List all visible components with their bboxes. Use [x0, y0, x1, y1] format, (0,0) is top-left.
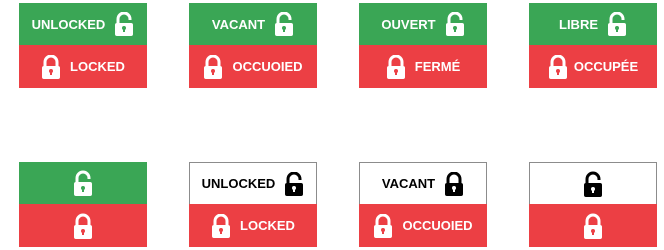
ferme-panel: FERMÉ	[359, 45, 487, 88]
unlocked-label: UNLOCKED	[31, 16, 106, 32]
unlocked-padlock-icon	[607, 12, 627, 36]
locked-padlock-icon	[203, 54, 223, 79]
vacant-label: VACANT	[211, 16, 266, 32]
sign-icons-only-color	[19, 162, 147, 247]
unlocked-padlock-icon	[445, 12, 465, 36]
libre-label: LIBRE	[559, 16, 598, 32]
locked-padlock-icon	[73, 213, 93, 239]
sign-vacant-occupied-mono: VACANT OCCUOIED	[359, 162, 487, 247]
locked-padlock-icon	[444, 171, 464, 196]
unlocked-label: UNLOCKED	[201, 176, 276, 191]
unlocked-padlock-icon	[583, 171, 603, 197]
unlocked-padlock-icon	[284, 171, 304, 196]
locked-padlock-icon	[583, 213, 603, 239]
locked-label: LOCKED	[70, 59, 125, 74]
vacant-panel: VACANT	[359, 162, 487, 204]
unlocked-panel	[19, 162, 147, 204]
vacant-label: VACANT	[381, 176, 436, 191]
libre-panel: LIBRE	[529, 3, 657, 45]
sign-unlocked-locked: UNLOCKED LOCKED	[19, 3, 147, 88]
sign-vacant-occupied: VACANT OCCUOIED	[189, 3, 317, 88]
unlocked-panel: UNLOCKED	[19, 3, 147, 45]
ouvert-label: OUVERT	[381, 16, 436, 32]
locked-panel: LOCKED	[19, 45, 147, 88]
locked-panel	[529, 204, 657, 247]
locked-padlock-icon	[548, 54, 568, 79]
locked-padlock-icon	[373, 213, 393, 238]
sign-libre-occupee: LIBRE OCCUPÉE	[529, 3, 657, 88]
occupied-panel: OCCUOIED	[359, 204, 487, 247]
unlocked-padlock-icon	[114, 12, 134, 36]
ferme-label: FERMÉ	[414, 59, 461, 74]
occupied-label: OCCUOIED	[232, 59, 303, 74]
sign-ouvert-ferme: OUVERT FERMÉ	[359, 3, 487, 88]
unlocked-panel	[529, 162, 657, 204]
occupied-panel: OCCUOIED	[189, 45, 317, 88]
ouvert-panel: OUVERT	[359, 3, 487, 45]
unlocked-padlock-icon	[73, 170, 93, 196]
sign-icons-only-mono	[529, 162, 657, 247]
occupee-panel: OCCUPÉE	[529, 45, 657, 88]
locked-panel: LOCKED	[189, 204, 317, 247]
locked-padlock-icon	[211, 213, 231, 238]
sign-unlocked-locked-mono: UNLOCKED LOCKED	[189, 162, 317, 247]
occupee-label: OCCUPÉE	[573, 59, 639, 74]
unlocked-padlock-icon	[274, 12, 294, 36]
locked-label: LOCKED	[240, 218, 295, 233]
locked-panel	[19, 204, 147, 247]
vacant-panel: VACANT	[189, 3, 317, 45]
locked-padlock-icon	[41, 54, 61, 79]
locked-padlock-icon	[386, 54, 406, 79]
unlocked-panel: UNLOCKED	[189, 162, 317, 204]
occupied-label: OCCUOIED	[402, 218, 473, 233]
